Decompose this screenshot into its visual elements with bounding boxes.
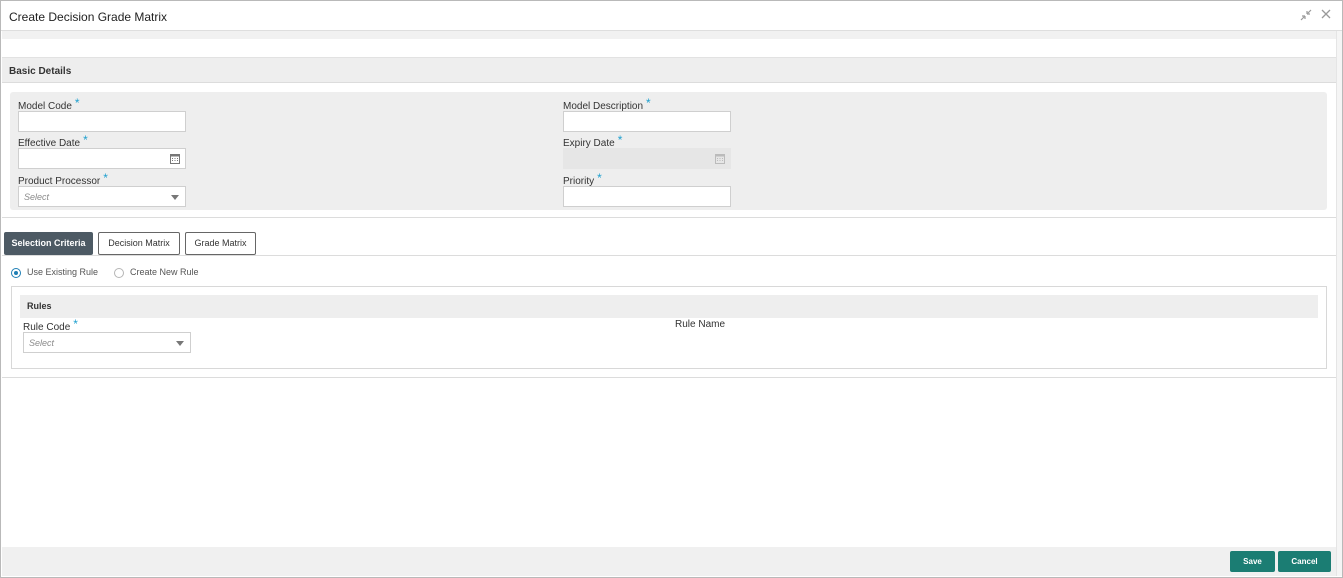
- required-marker: *: [597, 171, 602, 185]
- rule-name-label: Rule Name: [675, 319, 726, 330]
- required-marker: *: [617, 133, 623, 147]
- required-marker: *: [646, 96, 651, 110]
- basic-details-header: Basic Details: [2, 58, 1336, 83]
- close-icon[interactable]: [1321, 9, 1331, 21]
- tab-decision-matrix[interactable]: Decision Matrix: [98, 232, 180, 255]
- model-code-input[interactable]: [18, 111, 186, 132]
- toolbar-strip: [2, 31, 1336, 39]
- model-code-label: Model Code *: [18, 96, 80, 112]
- rules-header: Rules: [20, 295, 1318, 318]
- expiry-date-input: [563, 148, 731, 169]
- model-description-input[interactable]: [563, 111, 731, 132]
- tab-grade-matrix[interactable]: Grade Matrix: [185, 232, 256, 255]
- save-button[interactable]: Save: [1230, 551, 1275, 572]
- rules-title: Rules: [27, 301, 52, 311]
- select-placeholder: Select: [24, 192, 50, 202]
- create-new-rule-radio[interactable]: [114, 268, 124, 278]
- priority-input[interactable]: [563, 186, 731, 207]
- effective-date-label: Effective Date *: [18, 133, 88, 149]
- section-title: Basic Details: [9, 66, 72, 77]
- product-processor-select[interactable]: Select: [18, 186, 186, 207]
- calendar-icon[interactable]: [170, 153, 180, 164]
- title-bar: Create Decision Grade Matrix: [1, 1, 1342, 31]
- chevron-down-icon[interactable]: [171, 195, 179, 200]
- tab-selection-criteria[interactable]: Selection Criteria: [4, 232, 93, 255]
- expiry-date-label: Expiry Date *: [563, 133, 623, 149]
- required-marker: *: [74, 96, 80, 110]
- select-placeholder: Select: [29, 338, 55, 348]
- divider: [2, 377, 1336, 378]
- dialog-title: Create Decision Grade Matrix: [9, 10, 168, 24]
- cancel-button[interactable]: Cancel: [1278, 551, 1331, 572]
- required-marker: *: [73, 317, 78, 331]
- minimize-icon[interactable]: [1300, 9, 1312, 23]
- chevron-down-icon[interactable]: [176, 341, 184, 346]
- use-existing-rule-label[interactable]: Use Existing Rule: [27, 267, 98, 277]
- calendar-icon: [715, 154, 725, 164]
- rule-code-select[interactable]: Select: [23, 332, 191, 353]
- use-existing-rule-radio[interactable]: [11, 268, 21, 278]
- blank-strip: [2, 39, 1336, 58]
- create-new-rule-label[interactable]: Create New Rule: [130, 267, 199, 277]
- effective-date-input[interactable]: [18, 148, 186, 169]
- footer-bar: [2, 547, 1336, 576]
- product-processor-label: Product Processor *: [18, 171, 108, 187]
- required-marker: *: [83, 133, 88, 147]
- rule-code-label: Rule Code *: [23, 317, 78, 333]
- scrollbar[interactable]: [1336, 31, 1342, 576]
- required-marker: *: [103, 171, 108, 185]
- model-description-label: Model Description *: [563, 96, 651, 112]
- priority-label: Priority *: [563, 171, 602, 187]
